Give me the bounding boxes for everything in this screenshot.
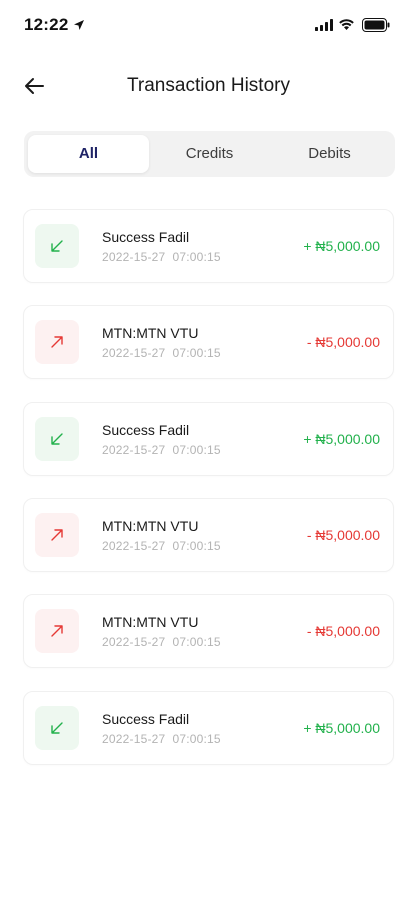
arrow-down-left-icon: [51, 433, 63, 445]
transaction-name: MTN:MTN VTU: [102, 518, 199, 534]
transaction-name: Success Fadil: [102, 422, 190, 438]
tab-all[interactable]: All: [28, 135, 149, 173]
status-bar: 12:22: [0, 0, 415, 50]
transaction-type-badge: [35, 320, 79, 364]
arrow-up-right-icon: [51, 625, 63, 637]
transaction-type-badge: [35, 706, 79, 750]
transaction-item[interactable]: MTN:MTN VTU 2022-15-27 07:00:15 - ₦5,000…: [23, 594, 394, 668]
arrow-up-right-icon: [51, 529, 63, 541]
transaction-date: 2022-15-27 07:00:15: [102, 250, 221, 264]
transaction-name: MTN:MTN VTU: [102, 614, 199, 630]
transaction-name: Success Fadil: [102, 229, 190, 245]
transaction-amount: + ₦5,000.00: [303, 720, 380, 736]
header: Transaction History: [0, 62, 415, 110]
transaction-name: Success Fadil: [102, 711, 190, 727]
tab-credits[interactable]: Credits: [149, 135, 270, 173]
transaction-date: 2022-15-27 07:00:15: [102, 346, 221, 360]
transaction-item[interactable]: Success Fadil 2022-15-27 07:00:15 + ₦5,0…: [23, 402, 394, 476]
transaction-type-badge: [35, 417, 79, 461]
transaction-amount: - ₦5,000.00: [306, 527, 380, 543]
page-title: Transaction History: [127, 75, 290, 96]
tab-debits[interactable]: Debits: [269, 135, 390, 173]
transaction-amount: + ₦5,000.00: [303, 238, 380, 254]
transaction-amount: + ₦5,000.00: [303, 431, 380, 447]
transaction-name: MTN:MTN VTU: [102, 325, 199, 341]
transaction-item[interactable]: MTN:MTN VTU 2022-15-27 07:00:15 - ₦5,000…: [23, 305, 394, 379]
transaction-type-badge: [35, 513, 79, 557]
filter-tabs: All Credits Debits: [24, 131, 395, 177]
transaction-date: 2022-15-27 07:00:15: [102, 635, 221, 649]
transaction-item[interactable]: Success Fadil 2022-15-27 07:00:15 + ₦5,0…: [23, 691, 394, 765]
wifi-icon: [339, 19, 354, 30]
transaction-date: 2022-15-27 07:00:15: [102, 443, 221, 457]
transaction-amount: - ₦5,000.00: [306, 334, 380, 350]
location-arrow-icon: [74, 20, 84, 30]
transaction-item[interactable]: Success Fadil 2022-15-27 07:00:15 + ₦5,0…: [23, 209, 394, 283]
transaction-type-badge: [35, 609, 79, 653]
arrow-down-left-icon: [51, 722, 63, 734]
status-time: 12:22: [24, 15, 69, 34]
signal-icon: [315, 19, 333, 31]
arrow-up-right-icon: [51, 336, 63, 348]
arrow-down-left-icon: [51, 240, 63, 252]
transaction-type-badge: [35, 224, 79, 268]
transaction-amount: - ₦5,000.00: [306, 623, 380, 639]
battery-icon: [362, 18, 390, 32]
transaction-item[interactable]: MTN:MTN VTU 2022-15-27 07:00:15 - ₦5,000…: [23, 498, 394, 572]
transaction-date: 2022-15-27 07:00:15: [102, 732, 221, 746]
transaction-date: 2022-15-27 07:00:15: [102, 539, 221, 553]
